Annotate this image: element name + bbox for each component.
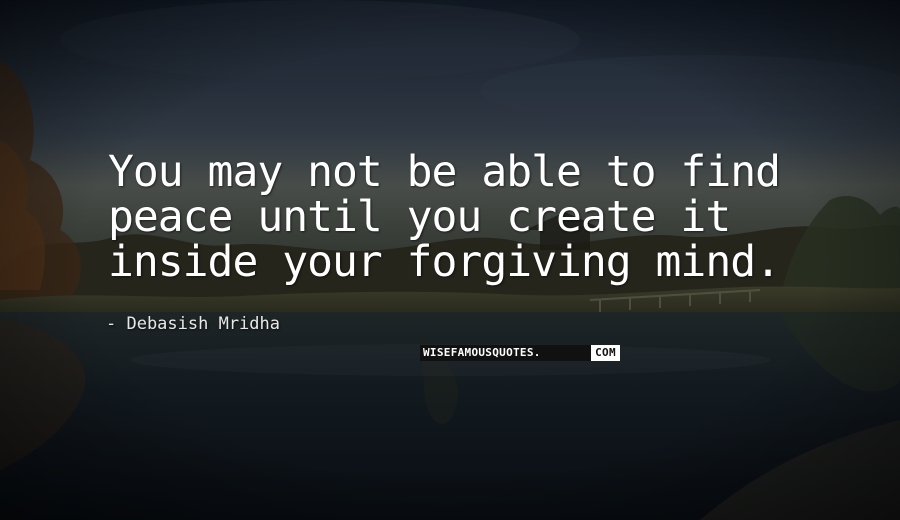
quote-line-2: peace until you create it bbox=[108, 192, 731, 242]
quote-line-1: You may not be able to find bbox=[108, 147, 781, 197]
quote-text: You may not be able to find peace until … bbox=[108, 150, 868, 285]
watermark-tld: COM bbox=[591, 345, 620, 361]
watermark-main: WISEFAMOUSQUOTES. bbox=[420, 345, 591, 361]
quote-image: You may not be able to find peace until … bbox=[0, 0, 900, 520]
quote-author: - Debasish Mridha bbox=[106, 314, 280, 334]
quote-line-3: inside your forgiving mind. bbox=[108, 237, 781, 287]
site-watermark: WISEFAMOUSQUOTES. COM bbox=[420, 345, 620, 361]
